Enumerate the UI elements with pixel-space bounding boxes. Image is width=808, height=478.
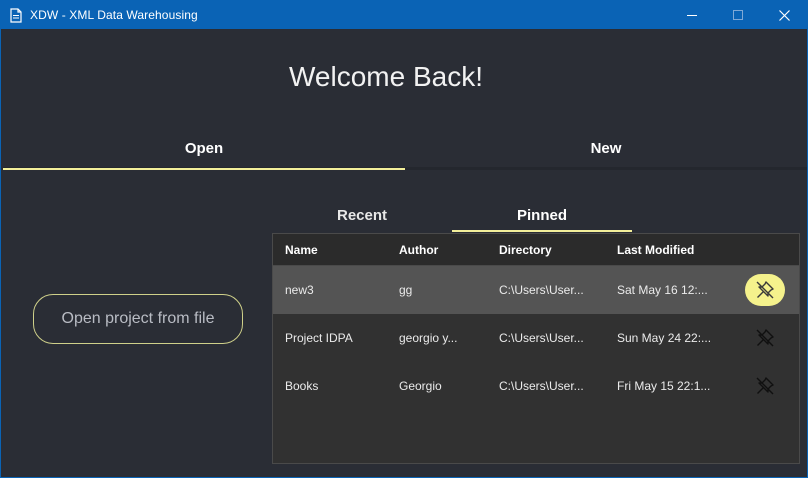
table-header: Name Author Directory Last Modified (273, 234, 799, 266)
maximize-button[interactable] (715, 1, 761, 29)
column-header-name[interactable]: Name (285, 243, 318, 257)
pin-off-icon (756, 329, 774, 347)
project-list-tab-bar: Recent Pinned (272, 198, 632, 232)
unpin-button[interactable] (745, 322, 785, 354)
cell-last-modified: Fri May 15 22:1... (617, 379, 711, 393)
document-icon (8, 7, 24, 23)
unpin-button[interactable] (745, 370, 785, 402)
cell-author: georgio y... (399, 331, 458, 345)
cell-name: new3 (285, 283, 314, 297)
cell-last-modified: Sat May 16 12:... (617, 283, 708, 297)
table-row[interactable]: Books Georgio C:\Users\User... Fri May 1… (273, 362, 799, 410)
tab-pinned[interactable]: Pinned (452, 198, 632, 232)
cell-last-modified: Sun May 24 22:... (617, 331, 712, 345)
title-bar[interactable]: XDW - XML Data Warehousing (1, 1, 807, 29)
page-title: Welcome Back! (289, 61, 483, 92)
cell-directory: C:\Users\User... (499, 331, 584, 345)
cell-directory: C:\Users\User... (499, 379, 584, 393)
window-title: XDW - XML Data Warehousing (30, 8, 198, 22)
table-row[interactable]: Project IDPA georgio y... C:\Users\User.… (273, 314, 799, 362)
cell-author: gg (399, 283, 413, 297)
table-row[interactable]: new3 gg C:\Users\User... Sat May 16 12:.… (273, 266, 799, 314)
cell-name: Books (285, 379, 319, 393)
app-window: XDW - XML Data Warehousing Welcome Back!… (0, 0, 808, 478)
pinned-projects-table: Name Author Directory Last Modified new3… (272, 233, 800, 464)
maximize-icon (733, 10, 743, 20)
window-controls (669, 1, 807, 29)
tab-recent[interactable]: Recent (272, 198, 452, 232)
cell-author: Georgio (399, 379, 442, 393)
close-icon (778, 9, 790, 21)
pin-off-icon (756, 281, 774, 299)
column-header-last-modified[interactable]: Last Modified (617, 243, 694, 257)
column-header-author[interactable]: Author (399, 243, 438, 257)
close-button[interactable] (761, 1, 807, 29)
cell-name: Project IDPA (285, 331, 353, 345)
minimize-icon (687, 15, 697, 16)
pin-off-icon (756, 377, 774, 395)
tab-new[interactable]: New (405, 129, 807, 167)
tab-open[interactable]: Open (3, 129, 405, 170)
unpin-button[interactable] (745, 274, 785, 306)
cell-directory: C:\Users\User... (499, 283, 584, 297)
open-project-from-file-button[interactable]: Open project from file (33, 294, 243, 344)
column-header-directory[interactable]: Directory (499, 243, 552, 257)
minimize-button[interactable] (669, 1, 715, 29)
main-tab-bar: Open New (3, 129, 807, 170)
